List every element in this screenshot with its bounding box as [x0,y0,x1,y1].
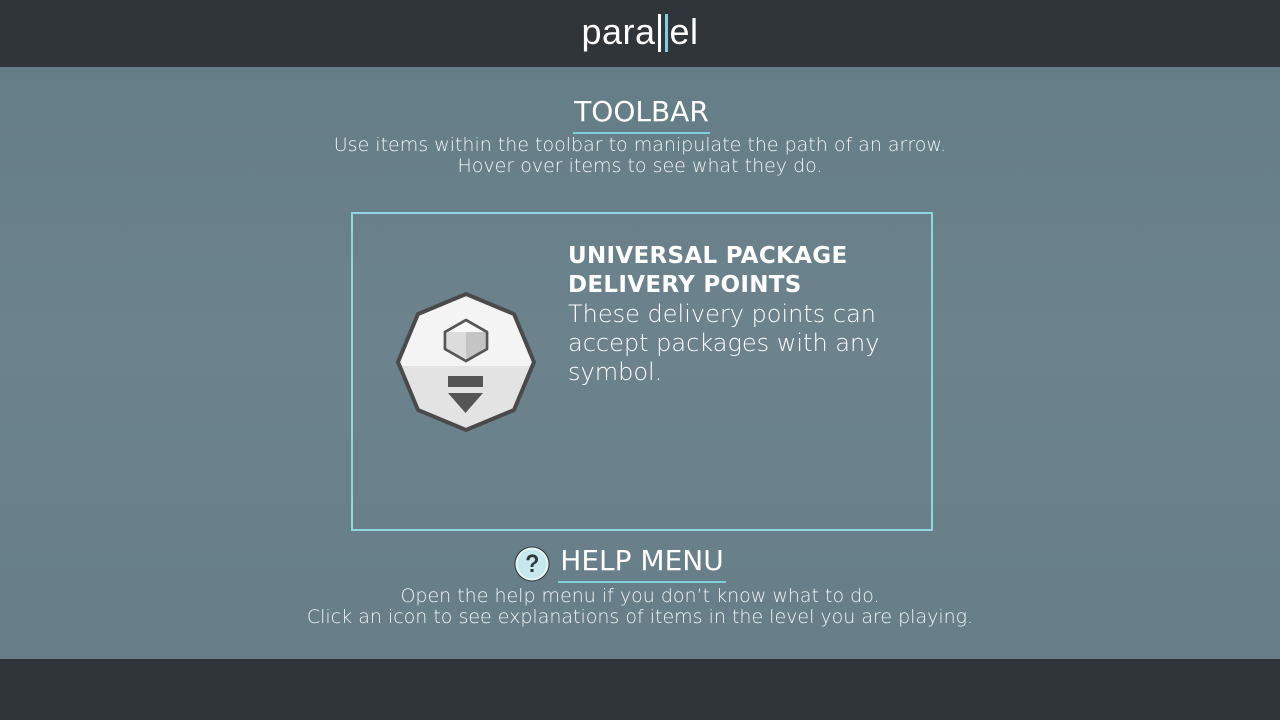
item-info-panel: UNIVERSAL PACKAGE DELIVERY POINTS These … [351,212,933,531]
toolbar-description: Use items within the toolbar to manipula… [0,135,1280,177]
item-description: These delivery points can accept package… [568,300,880,386]
tutorial-screen: para el TOOLBAR Use items within the tool… [0,0,1280,720]
help-description-line1: Open the help menu if you don’t know wha… [400,585,880,607]
logo-parallel-bars-icon [657,12,669,52]
logo-prefix: para [581,11,656,52]
help-description: Open the help menu if you don’t know wha… [0,586,1280,628]
bottom-bar [0,659,1280,720]
logo-suffix: el [669,11,699,52]
help-title: HELP MENU [560,544,724,577]
question-mark-icon[interactable] [514,546,550,582]
toolbar-title: TOOLBAR [574,95,709,128]
toolbar-heading: TOOLBAR [573,95,710,134]
help-title-underline [558,581,726,583]
item-title-line1: UNIVERSAL PACKAGE [568,243,848,269]
item-title-line2: DELIVERY POINTS [568,272,802,298]
item-title: UNIVERSAL PACKAGE DELIVERY POINTS [568,242,908,300]
help-heading: HELP MENU [558,544,726,583]
universal-delivery-point-icon [395,291,537,433]
toolbar-description-line1: Use items within the toolbar to manipula… [333,134,947,156]
parallel-logo: para el [0,12,1280,52]
help-description-line2: Click an icon to see explanations of ite… [306,606,974,628]
toolbar-description-line2: Hover over items to see what they do. [457,155,823,177]
top-bar: para el [0,0,1280,67]
